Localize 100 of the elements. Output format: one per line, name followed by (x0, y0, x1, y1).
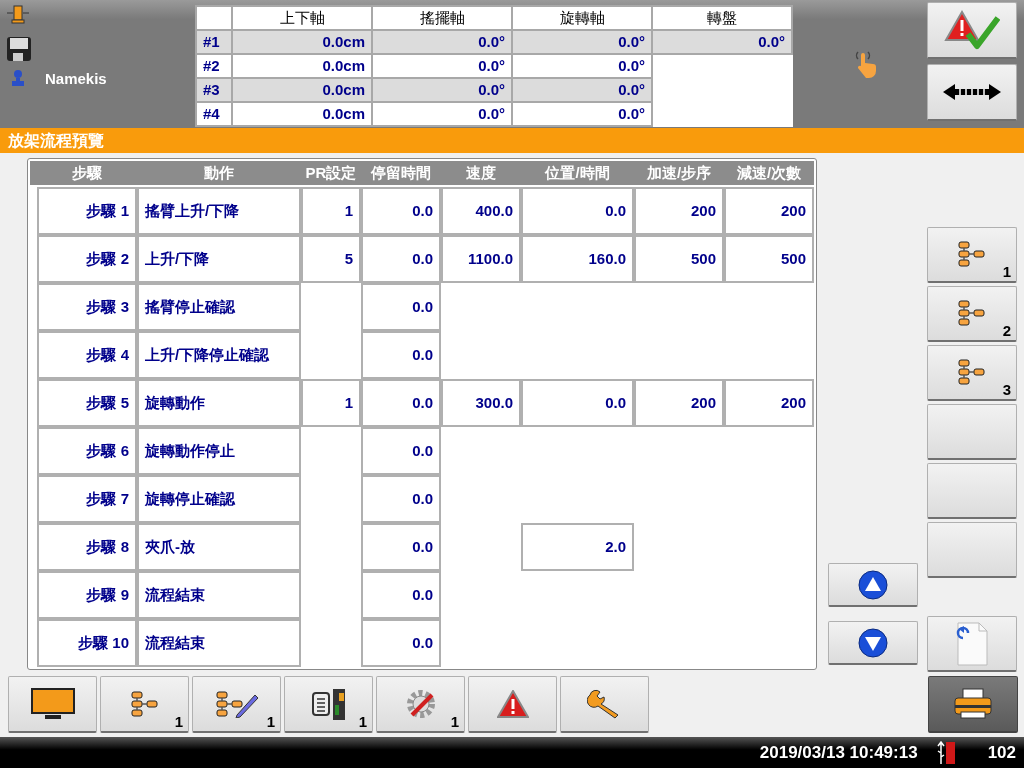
action-cell: 夾爪-放 (137, 523, 301, 571)
step-label: 步驟 1 (37, 187, 137, 235)
table-cell: 0.0 (361, 619, 441, 667)
table-cell: 0.0° (372, 102, 512, 126)
table-cell: 5 (301, 235, 361, 283)
alarm-button[interactable] (468, 676, 557, 733)
column-header: 停留時間 (369, 163, 432, 183)
step-label: 步驟 5 (37, 379, 137, 427)
table-cell: 0.0 (361, 235, 441, 283)
undo-document-icon (956, 621, 988, 666)
table-cell: 0.0 (361, 571, 441, 619)
column-header: 旋轉軸 (512, 6, 652, 30)
table-cell: 1100.0 (441, 235, 521, 283)
table-cell: 200 (724, 379, 814, 427)
column-header: 加速/步序 (645, 163, 713, 183)
settings-button[interactable]: 1 (376, 676, 465, 733)
column-header: 減速/次數 (735, 163, 803, 183)
table-cell: 0.0 (361, 523, 441, 571)
status-datetime: 2019/03/13 10:49:13 (759, 742, 918, 765)
table-cell: 0.0cm (232, 30, 372, 54)
alarm-check-button[interactable] (927, 2, 1017, 59)
step-label: 步驟 3 (37, 283, 137, 331)
action-cell: 旋轉動作 (137, 379, 301, 427)
action-cell: 上升/下降 (137, 235, 301, 283)
step-label: 步驟 2 (37, 235, 137, 283)
action-cell: 旋轉動作停止 (137, 427, 301, 475)
print-button[interactable] (928, 676, 1018, 733)
step-label: 步驟 9 (37, 571, 137, 619)
table-cell: 0.0cm (232, 78, 372, 102)
move-button[interactable] (927, 64, 1017, 121)
step-label: 步驟 10 (37, 619, 137, 667)
table-cell: 0.0 (361, 283, 441, 331)
table-cell: 1 (301, 187, 361, 235)
row-label: #1 (196, 30, 232, 54)
table-cell: 0.0 (521, 187, 634, 235)
blank-button[interactable] (927, 463, 1017, 519)
action-cell: 旋轉停止確認 (137, 475, 301, 523)
user-icon (11, 69, 25, 87)
table-cell: 0.0 (361, 427, 441, 475)
flowchart-icon (129, 690, 160, 718)
column-header: PR設定 (304, 163, 358, 183)
flowchart-edit-button[interactable]: 1 (192, 676, 281, 733)
action-cell: 流程結束 (137, 619, 301, 667)
table-cell: 500 (724, 235, 814, 283)
warning-icon (496, 690, 529, 718)
action-cell: 流程結束 (137, 571, 301, 619)
table-cell: 300.0 (441, 379, 521, 427)
table-cell: 200 (724, 187, 814, 235)
step-label: 步驟 8 (37, 523, 137, 571)
flowchart-icon (957, 241, 987, 268)
maintenance-button[interactable] (560, 676, 649, 733)
flowchart-button[interactable]: 1 (100, 676, 189, 733)
table-cell: 0.0° (652, 30, 792, 54)
table-cell: 400.0 (441, 187, 521, 235)
document-device-icon (310, 687, 347, 721)
step-label: 步驟 4 (37, 331, 137, 379)
action-cell: 搖臂停止確認 (137, 283, 301, 331)
table-cell: 0.0 (361, 379, 441, 427)
table-cell: 0.0° (512, 30, 652, 54)
table-cell: 160.0 (521, 235, 634, 283)
table-cell: 0.0cm (232, 102, 372, 126)
double-arrow-icon (943, 84, 1001, 100)
blank-button[interactable] (927, 404, 1017, 460)
scroll-down-button[interactable] (828, 621, 918, 665)
column-header: 動作 (203, 163, 235, 183)
action-cell: 上升/下降停止確認 (137, 331, 301, 379)
table-cell: 0.0 (521, 379, 634, 427)
step-label: 步驟 6 (37, 427, 137, 475)
flowchart-icon (957, 300, 987, 327)
user-name: Namekis (45, 69, 107, 89)
column-header: 步驟 (71, 163, 103, 183)
monitor-icon (30, 688, 75, 720)
flowchart-button[interactable]: 1 (927, 227, 1017, 283)
flowchart-button[interactable]: 2 (927, 286, 1017, 342)
monitor-button[interactable] (8, 676, 97, 733)
signal-lamp-icon (6, 5, 30, 25)
printer-icon (953, 688, 993, 720)
table-cell: 0.0 (361, 331, 441, 379)
warning-check-icon (944, 10, 1000, 50)
action-cell: 搖臂上升/下降 (137, 187, 301, 235)
usb-icon (935, 741, 956, 765)
screen-title: 放架流程預覽 (0, 128, 1024, 153)
table-cell: 0.0° (372, 30, 512, 54)
table-cell: 0.0° (372, 78, 512, 102)
table-cell: 0.0° (512, 102, 652, 126)
row-label: #4 (196, 102, 232, 126)
column-header: 位置/時間 (543, 163, 611, 183)
table-cell: 500 (634, 235, 724, 283)
blank-button[interactable] (927, 522, 1017, 578)
flowchart-button[interactable]: 3 (927, 345, 1017, 401)
column-header: 搖擺軸 (372, 6, 512, 30)
flowchart-pencil-icon (214, 690, 259, 718)
undo-button[interactable] (927, 616, 1017, 672)
touch-hand-icon (855, 49, 879, 79)
status-counter: 102 (987, 742, 1016, 765)
scroll-up-button[interactable] (828, 563, 918, 607)
row-label: #3 (196, 78, 232, 102)
io-button[interactable]: 1 (284, 676, 373, 733)
table-cell: 0.0° (512, 78, 652, 102)
table-cell: 0.0 (361, 187, 441, 235)
